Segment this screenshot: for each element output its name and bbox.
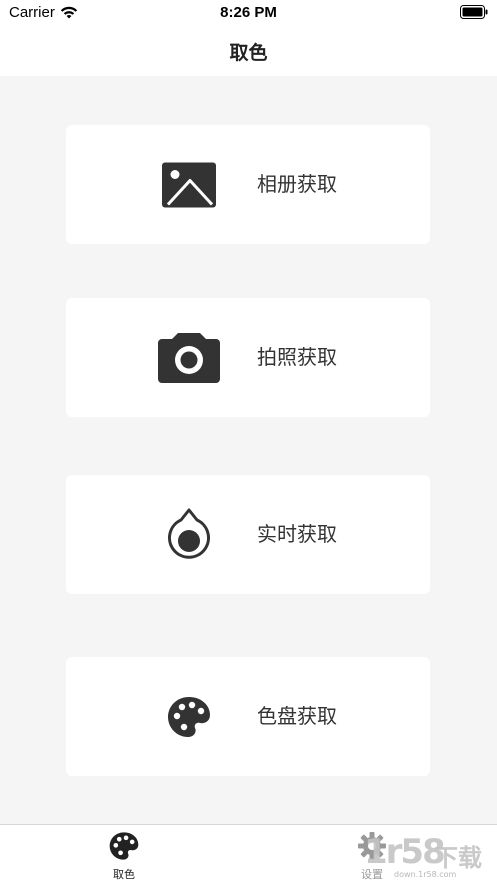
tab-color-pick-label: 取色 (113, 868, 135, 881)
main-content: 相册获取 拍照获取 实时获取 色盘获取 (0, 76, 497, 824)
tab-settings-label: 设置 (361, 868, 383, 881)
status-time: 8:26 PM (220, 4, 277, 21)
gear-icon (358, 832, 386, 860)
battery-icon (460, 5, 488, 19)
camera-icon (158, 332, 220, 383)
status-bar: Carrier 8:26 PM (0, 0, 497, 26)
card-palette[interactable]: 色盘获取 (66, 657, 430, 776)
card-camera-label: 拍照获取 (257, 345, 337, 369)
palette-icon (109, 832, 139, 860)
card-album-label: 相册获取 (257, 172, 337, 196)
tab-color-pick[interactable]: 取色 (89, 825, 159, 883)
tab-bar: 取色 设置 (0, 824, 497, 883)
drop-icon (168, 508, 210, 559)
page-title: 取色 (229, 42, 268, 64)
navigation-bar: 取色 (0, 26, 497, 76)
card-realtime[interactable]: 实时获取 (66, 475, 430, 594)
card-album[interactable]: 相册获取 (66, 125, 430, 244)
image-icon (162, 162, 216, 207)
tab-settings[interactable]: 设置 (337, 825, 407, 883)
card-realtime-label: 实时获取 (257, 522, 337, 546)
palette-icon (168, 696, 210, 737)
card-palette-label: 色盘获取 (257, 704, 337, 728)
card-camera[interactable]: 拍照获取 (66, 298, 430, 417)
